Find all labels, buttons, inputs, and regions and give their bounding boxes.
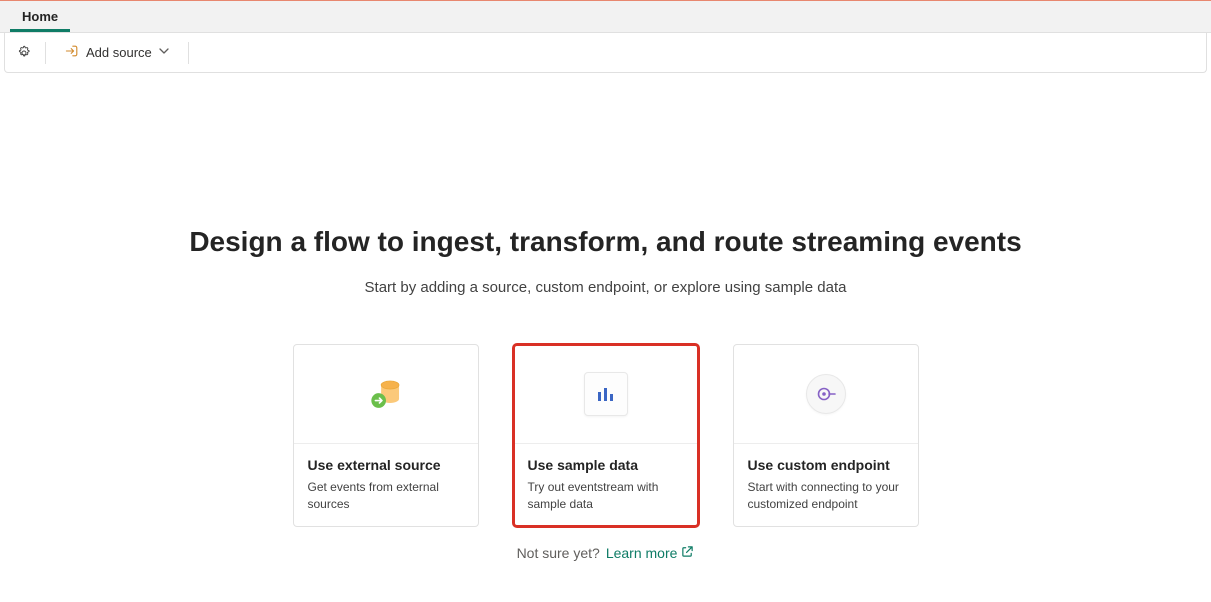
- card-icon-area: [294, 345, 478, 444]
- learn-more-link[interactable]: Learn more: [606, 545, 695, 561]
- add-source-icon: [64, 43, 80, 62]
- footer-not-sure: Not sure yet?: [517, 545, 600, 561]
- card-title: Use external source: [308, 457, 464, 473]
- footer-hint: Not sure yet? Learn more: [517, 545, 695, 561]
- card-icon-area: [734, 345, 918, 444]
- database-arrow-icon: [364, 372, 408, 416]
- card-custom-endpoint[interactable]: Use custom endpoint Start with connectin…: [733, 344, 919, 528]
- chevron-down-icon: [158, 45, 170, 60]
- bar-chart-icon: [584, 372, 628, 416]
- main-content: Design a flow to ingest, transform, and …: [0, 73, 1211, 561]
- card-desc: Start with connecting to your customized…: [748, 479, 904, 513]
- external-link-icon: [681, 545, 694, 561]
- page-subheading: Start by adding a source, custom endpoin…: [365, 279, 847, 296]
- add-source-label: Add source: [86, 45, 152, 60]
- card-icon-area: [514, 345, 698, 444]
- tab-home[interactable]: Home: [10, 3, 70, 32]
- card-external-source[interactable]: Use external source Get events from exte…: [293, 344, 479, 528]
- card-desc: Try out eventstream with sample data: [528, 479, 684, 513]
- toolbar-divider: [45, 42, 46, 64]
- endpoint-icon: [806, 374, 846, 414]
- learn-more-label: Learn more: [606, 545, 678, 561]
- toolbar-divider: [188, 42, 189, 64]
- card-title: Use sample data: [528, 457, 684, 473]
- gear-icon[interactable]: [15, 44, 33, 62]
- tabs-bar: Home: [0, 1, 1211, 33]
- add-source-button[interactable]: Add source: [58, 39, 176, 66]
- card-desc: Get events from external sources: [308, 479, 464, 513]
- cards-row: Use external source Get events from exte…: [293, 344, 919, 528]
- card-sample-data[interactable]: Use sample data Try out eventstream with…: [513, 344, 699, 528]
- toolbar: Add source: [4, 33, 1207, 73]
- page-heading: Design a flow to ingest, transform, and …: [189, 223, 1021, 261]
- card-title: Use custom endpoint: [748, 457, 904, 473]
